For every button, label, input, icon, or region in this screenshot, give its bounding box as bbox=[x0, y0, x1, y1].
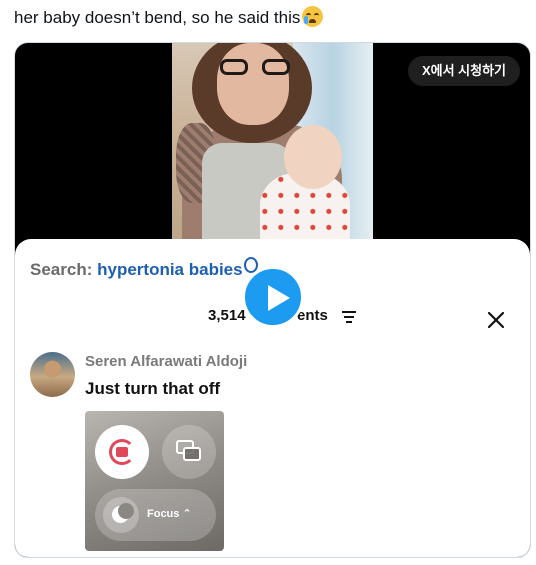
comments-count: 3,514 bbox=[208, 307, 246, 324]
moon-icon bbox=[103, 497, 139, 533]
comment-text: Just turn that off bbox=[85, 379, 221, 398]
screen-mirroring-button bbox=[162, 425, 216, 479]
search-prefix: Search: bbox=[30, 260, 93, 279]
search-query: Search: hypertonia babies bbox=[30, 257, 258, 280]
focus-label: Focus ⌃ bbox=[147, 508, 192, 520]
comments-label: ents bbox=[297, 307, 328, 324]
tweet-text: her baby doesn’t bend, so he said this bbox=[14, 6, 324, 28]
search-term: hypertonia babies bbox=[97, 260, 243, 279]
crying-face-emoji-icon bbox=[302, 6, 324, 27]
close-icon bbox=[487, 311, 505, 329]
video-player[interactable]: X에서 시청하기 Search: hypertonia babies 3,514… bbox=[14, 42, 531, 558]
filter-icon bbox=[342, 311, 356, 323]
video-thumbnail bbox=[172, 43, 373, 243]
play-button[interactable] bbox=[242, 266, 304, 328]
avatar bbox=[30, 352, 75, 397]
comment-author: Seren Alfarawati Aldoji bbox=[85, 353, 248, 370]
control-center-panel: Focus ⌃ bbox=[85, 411, 224, 551]
rotation-lock-button bbox=[95, 425, 149, 479]
focus-button: Focus ⌃ bbox=[95, 489, 216, 541]
tweet-text-body: her baby doesn’t bend, so he said this bbox=[14, 8, 301, 27]
watch-on-x-button[interactable]: X에서 시청하기 bbox=[407, 56, 520, 86]
